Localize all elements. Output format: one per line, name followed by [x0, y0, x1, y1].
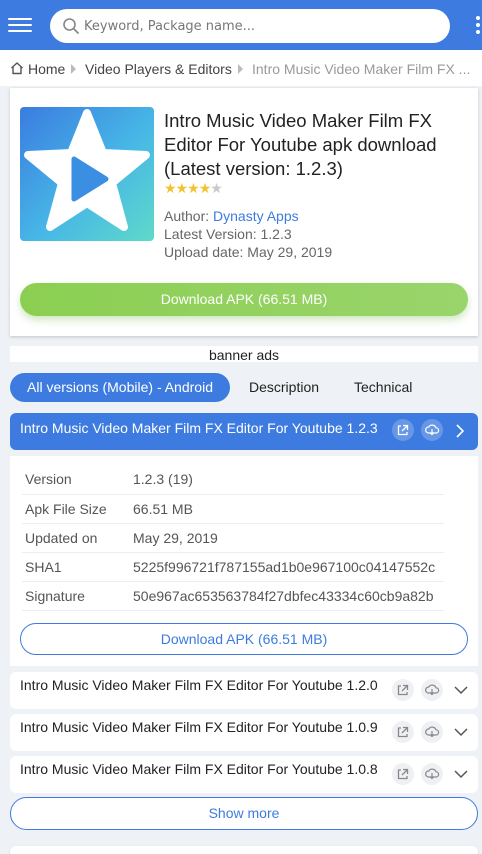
cloud-download-icon[interactable]	[421, 679, 443, 701]
external-link-icon[interactable]	[392, 721, 414, 743]
tab-description[interactable]: Description	[249, 373, 319, 402]
breadcrumb-separator-icon	[238, 64, 243, 74]
chevron-down-icon[interactable]	[454, 727, 468, 737]
author-link[interactable]: Dynasty Apps	[213, 208, 299, 224]
cloud-download-icon[interactable]	[421, 763, 443, 785]
breadcrumb: Home Video Players & Editors Intro Music…	[0, 50, 482, 86]
top-bar	[0, 0, 482, 50]
detail-value: 50e967ac653563784f27dbfec43334c60cb9a82b	[130, 581, 444, 611]
search-icon	[63, 18, 79, 34]
rating-stars: ★★★★★	[164, 180, 223, 197]
detail-value: 66.51 MB	[130, 494, 444, 524]
detail-value: May 29, 2019	[130, 523, 444, 553]
external-link-icon[interactable]	[392, 679, 414, 701]
table-row: Signature 50e967ac653563784f27dbfec43334c…	[22, 581, 444, 611]
app-info-card: Intro Music Video Maker Film FX Editor F…	[10, 88, 478, 336]
hamburger-menu-icon[interactable]	[8, 14, 32, 36]
star-filled-icon: ★	[164, 180, 177, 196]
tab-technical[interactable]: Technical	[354, 373, 412, 402]
star-filled-icon: ★	[175, 180, 189, 196]
breadcrumb-category[interactable]: Video Players & Editors	[85, 61, 232, 77]
version-title: Intro Music Video Maker Film FX Editor F…	[20, 420, 378, 436]
version-details-table: Version 1.2.3 (19) Apk File Size 66.51 MB …	[22, 465, 444, 611]
more-options-icon[interactable]	[476, 16, 482, 36]
star-filled-icon: ★	[198, 180, 212, 196]
star-filled-icon: ★	[187, 180, 200, 196]
chevron-down-icon[interactable]	[454, 769, 468, 779]
version-row[interactable]: Intro Music Video Maker Film FX Editor F…	[10, 756, 478, 793]
author-line: Author: Dynasty Apps	[164, 208, 299, 224]
detail-key: Signature	[22, 581, 130, 611]
detail-value: 1.2.3 (19)	[130, 465, 444, 495]
version-row[interactable]: Intro Music Video Maker Film FX Editor F…	[10, 672, 478, 709]
detail-key: SHA1	[22, 552, 130, 582]
tab-all-versions[interactable]: All versions (Mobile) - Android	[10, 373, 230, 402]
next-section-card	[10, 846, 478, 854]
cloud-download-icon[interactable]	[421, 721, 443, 743]
banner-ads: banner ads	[10, 346, 478, 363]
version-row[interactable]: Intro Music Video Maker Film FX Editor F…	[10, 714, 478, 751]
detail-value: 5225f996721f787155ad1b0e967100c04147552c	[130, 552, 444, 582]
chevron-right-icon[interactable]	[455, 424, 465, 438]
table-row: Updated on May 29, 2019	[22, 523, 444, 553]
app-title: Intro Music Video Maker Film FX Editor F…	[164, 110, 437, 179]
star-play-logo-icon	[24, 109, 150, 231]
home-icon	[11, 62, 23, 75]
upload-date: Upload date: May 29, 2019	[164, 244, 333, 260]
detail-key: Updated on	[22, 523, 130, 553]
version-header-current[interactable]: Intro Music Video Maker Film FX Editor F…	[10, 413, 478, 450]
download-apk-version-button[interactable]: Download APK (66.51 MB)	[20, 623, 468, 655]
detail-key: Apk File Size	[22, 494, 130, 524]
version-details: Version 1.2.3 (19) Apk File Size 66.51 MB …	[10, 456, 478, 666]
table-row: Version 1.2.3 (19)	[22, 465, 444, 495]
version-title: Intro Music Video Maker Film FX Editor F…	[20, 719, 378, 735]
version-title: Intro Music Video Maker Film FX Editor F…	[20, 761, 378, 777]
detail-key: Version	[22, 465, 130, 495]
latest-version: Latest Version: 1.2.3	[164, 226, 292, 242]
star-empty-icon: ★	[210, 180, 223, 196]
breadcrumb-current: Intro Music Video Maker Film FX ...	[252, 61, 471, 77]
author-label: Author:	[164, 208, 210, 224]
app-icon	[20, 107, 154, 241]
download-apk-button[interactable]: Download APK (66.51 MB)	[20, 283, 468, 316]
cloud-download-icon[interactable]	[421, 419, 443, 441]
chevron-down-icon[interactable]	[454, 685, 468, 695]
external-link-icon[interactable]	[392, 763, 414, 785]
breadcrumb-home[interactable]: Home	[28, 61, 65, 77]
table-row: SHA1 5225f996721f787155ad1b0e967100c04147…	[22, 552, 444, 582]
version-title: Intro Music Video Maker Film FX Editor F…	[20, 677, 378, 693]
external-link-icon[interactable]	[392, 419, 414, 441]
show-more-button[interactable]: Show more	[10, 797, 478, 830]
breadcrumb-separator-icon	[71, 64, 76, 74]
table-row: Apk File Size 66.51 MB	[22, 494, 444, 524]
search-input[interactable]	[84, 9, 434, 43]
search-box[interactable]	[50, 9, 450, 43]
